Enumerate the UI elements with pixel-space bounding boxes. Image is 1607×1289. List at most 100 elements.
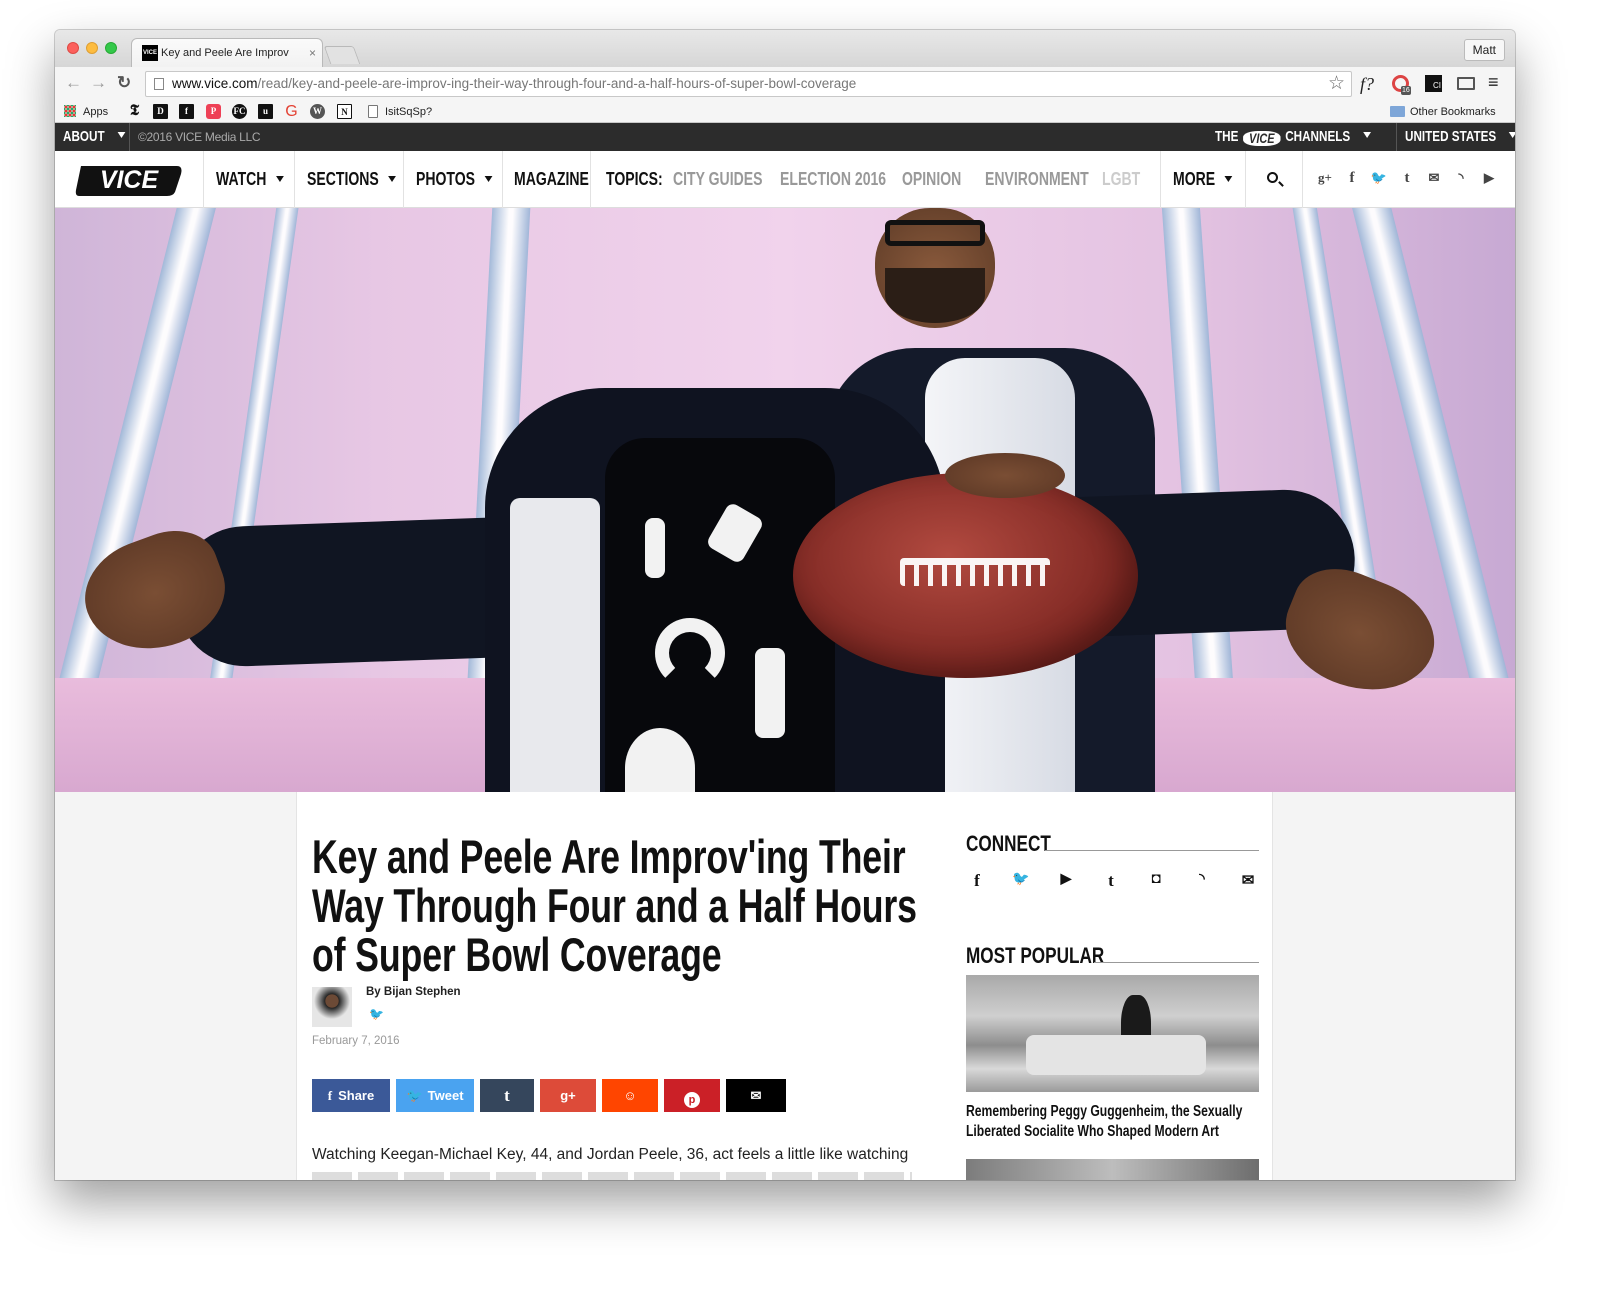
tumblr-icon[interactable]: t xyxy=(1398,170,1416,187)
share-facebook-button[interactable]: f Share xyxy=(312,1079,390,1112)
google-plus-icon[interactable]: g+ xyxy=(1316,170,1334,186)
tab-title: Key and Peele Are Improv xyxy=(161,47,289,59)
fc-bookmark-icon[interactable]: FC xyxy=(232,104,247,119)
nav-divider xyxy=(403,151,404,208)
channels-menu[interactable]: THE VICE CHANNELS xyxy=(1215,123,1385,151)
ci-extension-icon[interactable]: CI xyxy=(1425,75,1442,92)
share-facebook-label: Share xyxy=(338,1088,375,1103)
facebook-icon[interactable]: f xyxy=(1343,170,1361,187)
browser-tab[interactable]: VICE Key and Peele Are Improv × xyxy=(131,38,323,67)
popular-item-title[interactable]: Remembering Peggy Guggenheim, the Sexual… xyxy=(966,1102,1255,1142)
nav-magazine[interactable]: MAGAZINE xyxy=(514,151,610,208)
wordpress-bookmark-icon[interactable]: W xyxy=(310,104,325,119)
profile-button[interactable]: Matt xyxy=(1463,39,1505,61)
connect-youtube-icon[interactable]: ▶ xyxy=(1055,871,1077,888)
topic-lgbt[interactable]: LGBT xyxy=(1102,151,1151,208)
popular-item-image-2[interactable] xyxy=(966,1159,1259,1180)
connect-tumblr-icon[interactable]: t xyxy=(1100,871,1122,891)
mail-icon[interactable]: ✉ xyxy=(1425,170,1443,186)
article-card: Key and Peele Are Improv'ing Their Way T… xyxy=(296,792,1273,1180)
twitter-icon[interactable]: 🐦 xyxy=(1370,170,1388,186)
article-body: Watching Keegan-Michael Key, 44, and Jor… xyxy=(312,1146,909,1163)
topic-city-guides-label: CITY GUIDES xyxy=(673,169,763,189)
nav-divider xyxy=(294,151,295,208)
shirt-pattern xyxy=(705,501,765,565)
share-email-button[interactable]: ✉ xyxy=(726,1079,786,1112)
nav-divider xyxy=(590,151,591,208)
watch-caret-icon xyxy=(275,176,284,182)
share-tumblr-button[interactable]: t xyxy=(480,1079,534,1112)
nav-divider xyxy=(203,151,204,208)
shirt-pattern xyxy=(755,648,785,738)
share-pinterest-button[interactable]: p xyxy=(664,1079,720,1112)
nav-watch-label: WATCH xyxy=(216,169,267,189)
nav-divider xyxy=(502,151,503,208)
youtube-icon[interactable]: ▶ xyxy=(1480,170,1498,186)
about-caret-icon xyxy=(117,132,126,138)
n-bookmark-icon[interactable]: N xyxy=(337,104,352,119)
more-caret-icon xyxy=(1224,176,1233,182)
topic-opinion[interactable]: OPINION xyxy=(902,151,978,208)
article-title: Key and Peele Are Improv'ing Their Way T… xyxy=(312,830,917,981)
folder-icon xyxy=(1390,106,1405,117)
u-bookmark-icon[interactable]: u xyxy=(258,104,273,119)
window-maximize-button[interactable] xyxy=(105,42,117,54)
reload-button[interactable]: ↻ xyxy=(117,73,131,93)
nav-photos[interactable]: PHOTOS xyxy=(416,151,514,208)
d-bookmark-icon[interactable]: D xyxy=(153,104,168,119)
main-nav: VICE WATCH SECTIONS PHOTOS MAGAZINE TOPI… xyxy=(55,151,1515,208)
address-bar[interactable]: www.vice.com/read/key-and-peele-are-impr… xyxy=(145,71,1352,97)
popular-item-image[interactable] xyxy=(966,975,1259,1092)
topic-environment[interactable]: ENVIRONMENT xyxy=(985,151,1118,208)
connect-instagram-icon[interactable]: ◘ xyxy=(1145,871,1167,888)
vice-logo[interactable]: VICE xyxy=(75,162,183,198)
rss-icon[interactable]: ◝ xyxy=(1452,170,1470,186)
topic-election-2016[interactable]: ELECTION 2016 xyxy=(780,151,916,208)
connect-facebook-icon[interactable]: f xyxy=(966,871,988,891)
google-bookmark-icon[interactable]: G xyxy=(284,104,299,120)
other-bookmarks[interactable]: Other Bookmarks xyxy=(1410,106,1496,118)
shirt-pattern xyxy=(645,518,665,578)
back-button[interactable]: ← xyxy=(65,73,82,93)
connect-heading: CONNECT xyxy=(966,832,1075,856)
about-menu[interactable]: ABOUT xyxy=(63,123,143,151)
apps-grid-icon[interactable] xyxy=(64,105,76,117)
search-icon[interactable] xyxy=(1267,172,1278,183)
bookmark-star-icon[interactable]: ☆ xyxy=(1328,72,1345,96)
connect-rss-icon[interactable]: ◝ xyxy=(1191,871,1213,888)
cast-icon[interactable] xyxy=(1457,77,1475,90)
forward-button[interactable]: → xyxy=(90,73,107,93)
google-plus-icon: g+ xyxy=(560,1088,576,1103)
country-menu[interactable]: UNITED STATES xyxy=(1405,123,1515,151)
nav-watch[interactable]: WATCH xyxy=(216,151,303,208)
tab-close-icon[interactable]: × xyxy=(309,46,316,60)
chrome-menu-icon[interactable]: ≡ xyxy=(1488,72,1499,92)
window-minimize-button[interactable] xyxy=(86,42,98,54)
most-popular-heading-text: MOST POPULAR xyxy=(966,943,1105,968)
fox-bookmark-icon[interactable]: f xyxy=(179,104,194,119)
bookmark-apps[interactable]: Apps xyxy=(83,106,108,118)
author-twitter-icon[interactable]: 🐦 xyxy=(369,1007,384,1021)
nav-more[interactable]: MORE xyxy=(1173,151,1249,208)
font-extension-icon[interactable]: f? xyxy=(1360,74,1374,94)
topics-label-text: TOPICS: xyxy=(606,169,663,189)
share-reddit-button[interactable]: ☺ xyxy=(602,1079,658,1112)
bookmark-isitsqsp[interactable]: IsitSqSp? xyxy=(385,106,432,118)
author-name[interactable]: By Bijan Stephen xyxy=(366,986,461,998)
tab-strip: VICE Key and Peele Are Improv × Matt xyxy=(55,30,1515,67)
connect-mail-icon[interactable]: ✉ xyxy=(1237,871,1259,890)
pinterest-icon: p xyxy=(684,1092,700,1108)
facebook-icon: f xyxy=(327,1088,333,1103)
author-avatar[interactable] xyxy=(312,987,352,1027)
pocket-bookmark-icon[interactable]: P xyxy=(206,104,221,119)
connect-twitter-icon[interactable]: 🐦 xyxy=(1010,871,1032,888)
nyt-bookmark-icon[interactable]: 𝕿 xyxy=(127,104,142,119)
share-twitter-button[interactable]: 🐦 Tweet xyxy=(396,1079,474,1112)
vice-top-bar: ABOUT ©2016 VICE Media LLC THE VICE CHANNE… xyxy=(55,123,1515,151)
topic-city-guides[interactable]: CITY GUIDES xyxy=(673,151,788,208)
extension-badge: 16 xyxy=(1401,86,1411,95)
url-domain: www.vice.com xyxy=(172,76,258,91)
share-google-plus-button[interactable]: g+ xyxy=(540,1079,596,1112)
new-tab-button[interactable] xyxy=(323,46,361,64)
window-close-button[interactable] xyxy=(67,42,79,54)
